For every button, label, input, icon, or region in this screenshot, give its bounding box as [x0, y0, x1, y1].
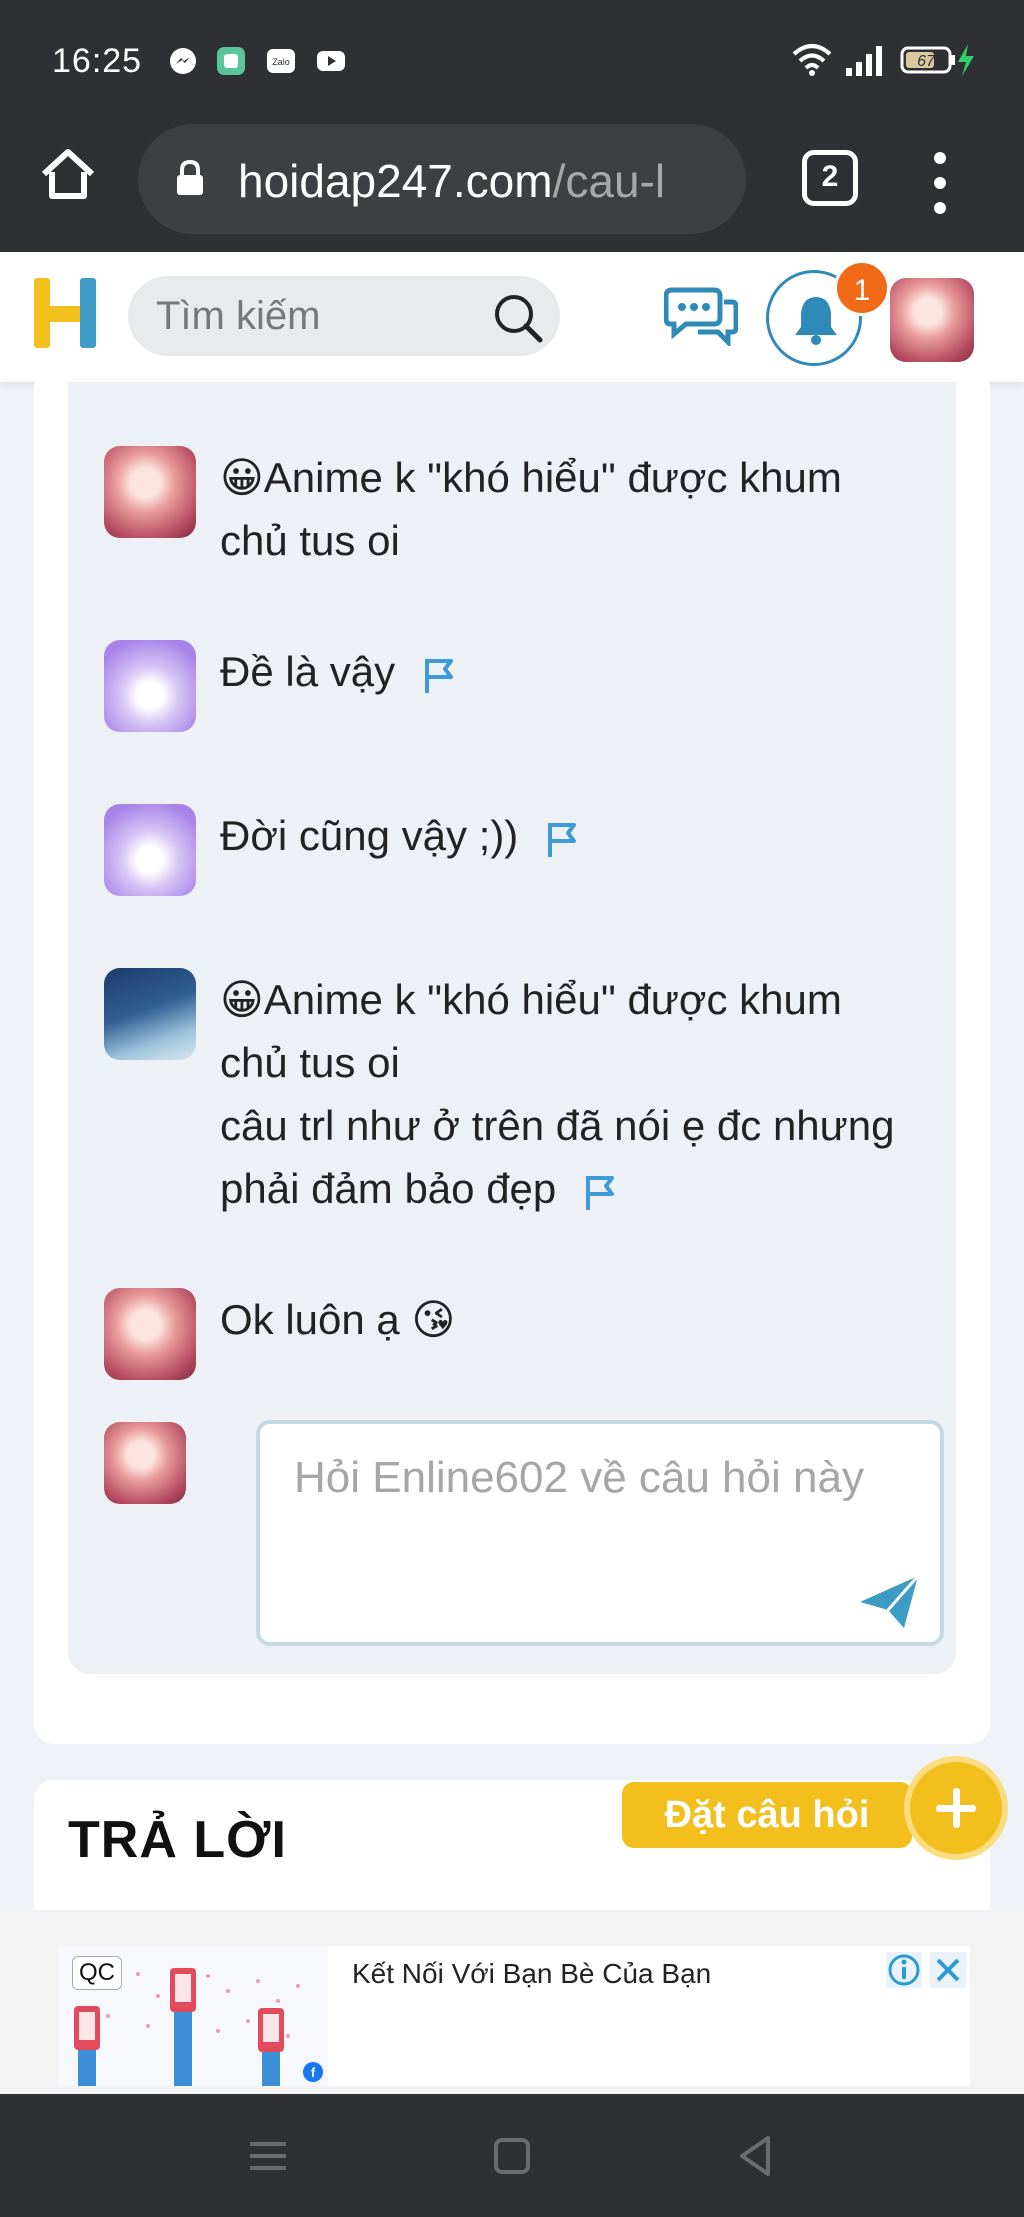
home-icon[interactable]: [38, 144, 98, 204]
home-square-icon[interactable]: [486, 2130, 538, 2182]
url-domain: hoidap247.com: [238, 155, 553, 207]
messenger-icon: [170, 48, 196, 74]
comment-item: 😀Anime k "khó hiểu" được khum chủ tus oi…: [104, 968, 924, 1228]
commenter-avatar[interactable]: [104, 640, 196, 732]
comment-text: Ok luôn ạ 😘: [220, 1296, 456, 1343]
comment-text: 😀Anime k "khó hiểu" được khum chủ tus oi: [220, 454, 842, 564]
ad-banner: f QC Kết Nối Với Bạn Bè Của Bạn: [0, 1912, 1024, 2094]
site-header: 1: [0, 252, 1024, 382]
bell-icon: [795, 297, 837, 345]
ad-label: QC: [72, 1956, 122, 1990]
wifi-icon: [792, 44, 832, 76]
question-card: 😀Anime k "khó hiểu" được khum chủ tus oi…: [34, 382, 990, 1744]
reply-box: [256, 1420, 944, 1646]
svg-text:Zalo: Zalo: [272, 57, 290, 67]
comment-item: Đời cũng vậy ;)): [104, 804, 924, 900]
current-user-avatar: [104, 1422, 186, 1504]
ad-info-icon[interactable]: [884, 1950, 924, 1990]
ask-question-button[interactable]: Đặt câu hỏi: [622, 1782, 934, 1848]
youtube-icon: [317, 51, 345, 71]
answer-section-title: TRẢ LỜI: [68, 1811, 287, 1869]
user-avatar[interactable]: [890, 278, 974, 362]
svg-text:67: 67: [917, 53, 936, 70]
search-input[interactable]: [156, 290, 486, 342]
comment-item: Ok luôn ạ 😘: [104, 1288, 924, 1384]
ad-content[interactable]: f QC Kết Nối Với Bạn Bè Của Bạn: [58, 1946, 970, 2086]
lock-icon: [177, 159, 203, 195]
comment-text: Đề là vậy: [220, 648, 396, 695]
recents-menu-icon[interactable]: [242, 2130, 294, 2182]
status-bar: 16:25 Zalo 67: [0, 0, 1024, 124]
app-icon: [217, 47, 245, 75]
search-icon[interactable]: [490, 290, 546, 346]
comment-item: Đề là vậy: [104, 640, 924, 736]
reply-input[interactable]: [294, 1448, 894, 1588]
comment-text: Đời cũng vậy ;)): [220, 812, 519, 859]
back-triangle-icon[interactable]: [730, 2130, 782, 2182]
url-path: /cau-l: [552, 155, 666, 207]
notification-badge: 1: [834, 260, 890, 316]
tab-switcher-button[interactable]: 2: [802, 150, 858, 206]
comment-thread: 😀Anime k "khó hiểu" được khum chủ tus oi…: [68, 382, 956, 1674]
report-flag-icon[interactable]: [544, 819, 580, 859]
commenter-avatar[interactable]: [104, 804, 196, 896]
messages-icon[interactable]: [664, 282, 738, 346]
url-bar[interactable]: hoidap247.com/cau-l: [138, 124, 746, 234]
comment-text: 😀Anime k "khó hiểu" được khum chủ tus oi…: [220, 976, 895, 1212]
zalo-icon: Zalo: [267, 49, 295, 73]
status-time: 16:25: [52, 42, 143, 80]
svg-text:f: f: [311, 2065, 316, 2080]
add-question-icon[interactable]: [904, 1756, 1008, 1860]
ad-image: f QC: [58, 1946, 328, 2086]
signal-icon: [846, 46, 882, 76]
more-menu-icon[interactable]: [930, 148, 950, 218]
hoidap247-logo[interactable]: [30, 274, 100, 352]
commenter-avatar[interactable]: [104, 968, 196, 1060]
system-nav-bar: [0, 2094, 1024, 2217]
comment-item: 😀Anime k "khó hiểu" được khum chủ tus oi: [104, 446, 924, 576]
ad-close-icon[interactable]: [928, 1950, 968, 1990]
battery-icon: 67: [900, 44, 974, 76]
commenter-avatar[interactable]: [104, 1288, 196, 1380]
search-box[interactable]: [128, 276, 560, 356]
send-icon[interactable]: [858, 1572, 922, 1632]
report-flag-icon[interactable]: [421, 655, 457, 695]
browser-toolbar: hoidap247.com/cau-l 2: [0, 124, 1024, 252]
ad-title: Kết Nối Với Bạn Bè Của Bạn: [352, 1958, 712, 1989]
commenter-avatar[interactable]: [104, 446, 196, 538]
report-flag-icon[interactable]: [582, 1172, 618, 1212]
